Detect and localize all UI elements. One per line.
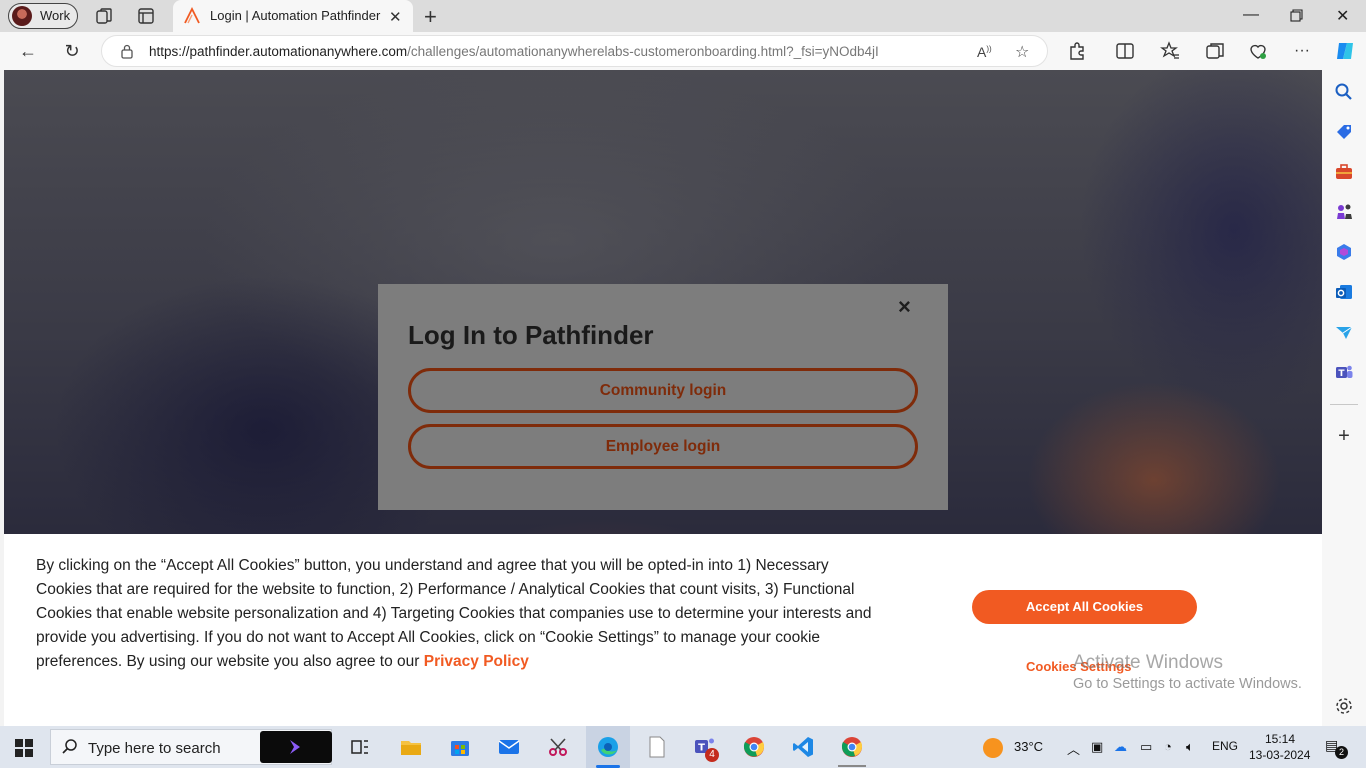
back-icon[interactable]: ← [17,40,39,62]
add-sidebar-item-icon[interactable]: + [1334,426,1354,446]
taskbar-search-placeholder: Type here to search [88,740,221,757]
mail-icon[interactable] [497,735,521,759]
active-tab[interactable]: Login | Automation Pathfinder | A ✕ [173,0,413,32]
modal-close-icon[interactable]: × [898,294,911,320]
games-chess-icon[interactable] [1334,202,1354,222]
modal-title: Log In to Pathfinder [408,320,654,350]
edge-sidebar: T + [1322,70,1366,726]
weather-sun-icon[interactable] [983,738,1003,758]
language-indicator[interactable]: ENG [1212,739,1238,753]
refresh-icon[interactable]: ↻ [61,40,83,62]
url-path: /challenges/automationanywherelabs-custo… [407,44,879,59]
tray-chevron-up-icon[interactable]: ︿ [1067,739,1080,758]
windows-taskbar: Type here to search T 4 33°C ︿ ▣ ☁ ▭ ◔ 🔈… [0,726,1366,768]
microsoft-365-icon[interactable] [1334,242,1354,262]
onedrive-cloud-icon[interactable]: ☁ [1114,739,1127,755]
battery-icon[interactable]: ▭ [1140,739,1152,755]
favorite-star-icon[interactable]: ☆ [1015,42,1029,62]
browser-essentials-icon[interactable] [1248,41,1268,61]
windows-start-icon[interactable] [15,739,33,757]
url-host: https://pathfinder.automationanywhere.co… [149,44,408,59]
profile-button[interactable]: Work [8,3,78,29]
browser-title-bar: Work Login | Automation Pathfinder | A ✕… [0,0,1366,32]
page-viewport: × Log In to Pathfinder Community login E… [4,70,1322,726]
taskbar-search-icon [62,739,77,754]
search-icon[interactable] [1334,82,1354,102]
search-highlight-banner[interactable] [260,731,332,763]
search-highlight-icon [290,740,300,754]
snipping-tool-icon[interactable] [546,735,570,759]
task-view-icon[interactable] [348,735,372,759]
sidebar-settings-gear-icon[interactable] [1334,696,1354,716]
privacy-policy-link[interactable]: Privacy Policy [424,653,529,670]
lock-icon[interactable] [120,44,134,59]
tools-briefcase-icon[interactable] [1334,162,1354,182]
window-close-icon[interactable]: ✕ [1336,6,1349,26]
notification-count-badge: 2 [1335,746,1348,759]
activate-windows-watermark: Activate Windows [1073,652,1223,673]
more-options-icon[interactable]: ··· [1291,40,1313,62]
restore-icon[interactable] [1290,9,1303,22]
wifi-icon[interactable]: ◔ [1164,739,1172,754]
favorites-icon[interactable] [1160,41,1180,61]
tab-title: Login | Automation Pathfinder | A [210,8,385,23]
edge-browser-icon[interactable] [596,735,620,759]
teams-notification-badge: 4 [705,748,719,762]
chrome-icon[interactable] [742,735,766,759]
extensions-icon[interactable] [1067,41,1087,61]
copilot-icon[interactable] [1333,39,1357,63]
clock-time: 15:14 [1265,732,1296,746]
svg-text:T: T [1338,369,1345,379]
vscode-icon[interactable] [791,735,815,759]
volume-icon[interactable]: 🔈︎ [1186,739,1194,755]
send-drop-icon[interactable] [1334,322,1354,342]
collections-icon[interactable] [1205,41,1225,61]
taskbar-clock[interactable]: 15:14 13-03-2024 [1249,731,1310,763]
weather-temperature[interactable]: 33°C [1014,739,1043,754]
sidebar-divider [1330,404,1358,405]
teams-icon[interactable]: T [1334,362,1354,382]
cookie-banner: By clicking on the “Accept All Cookies” … [4,534,1322,726]
navigation-bar: ← ↻ https://pathfinder.automationanywher… [0,32,1366,70]
microsoft-store-icon[interactable] [448,735,472,759]
activate-windows-subtext: Go to Settings to activate Windows. [1073,676,1302,692]
address-bar[interactable]: https://pathfinder.automationanywhere.co… [101,35,1048,67]
vertical-tabs-icon[interactable] [137,7,155,25]
new-tab-icon[interactable]: + [424,4,437,30]
workspaces-icon[interactable] [95,7,113,25]
profile-name: Work [40,8,71,23]
cookie-text: By clicking on the “Accept All Cookies” … [36,554,876,674]
notepad-icon[interactable] [645,735,669,759]
minimize-icon[interactable]: — [1243,6,1259,24]
chrome-profile-icon[interactable] [840,735,864,759]
avatar [12,6,32,26]
tab-close-icon[interactable]: ✕ [389,8,402,26]
shopping-tag-icon[interactable] [1334,122,1354,142]
split-screen-icon[interactable] [1115,41,1135,61]
file-explorer-icon[interactable] [399,735,423,759]
taskbar-search-box[interactable]: Type here to search [50,729,332,765]
outlook-icon[interactable] [1334,282,1354,302]
meet-now-icon[interactable]: ▣ [1091,739,1103,755]
employee-login-button[interactable]: Employee login [408,424,918,469]
read-aloud-icon[interactable]: A)) [977,44,992,60]
running-app-indicator [838,765,866,767]
login-modal: × Log In to Pathfinder Community login E… [378,284,948,510]
community-login-button[interactable]: Community login [408,368,918,413]
automation-anywhere-logo-icon [184,7,200,24]
accept-all-cookies-button[interactable]: Accept All Cookies [972,590,1197,624]
svg-text:T: T [698,743,705,754]
url-text[interactable]: https://pathfinder.automationanywhere.co… [149,44,879,59]
clock-date: 13-03-2024 [1249,748,1311,762]
